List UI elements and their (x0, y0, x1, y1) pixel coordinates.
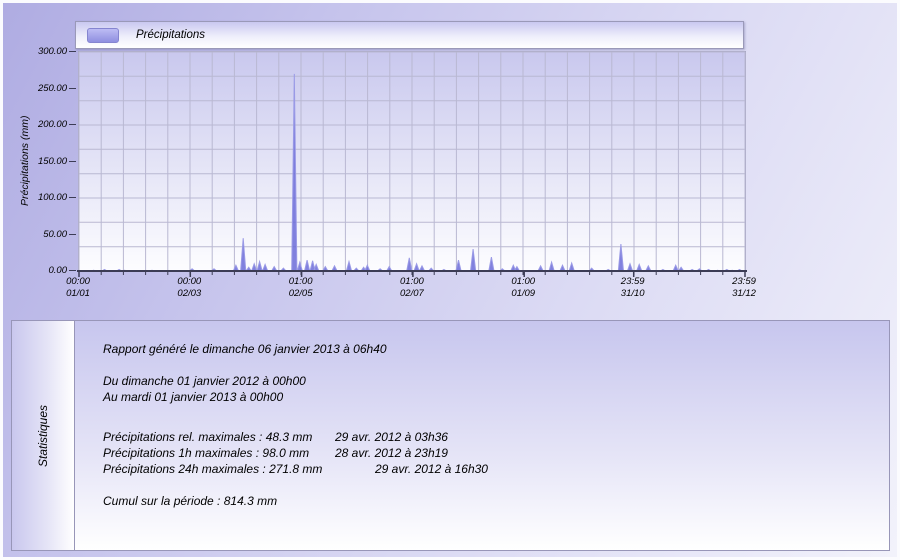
stats-sidebar: Statistiques (12, 321, 75, 550)
y-axis-tick-label: 150.00 (21, 156, 67, 167)
precipitation-series-swatch-icon (87, 28, 119, 43)
stat-label: Précipitations 24h maximales : 271.8 mm (103, 461, 375, 477)
stat-date: 29 avr. 2012 à 16h30 (375, 461, 488, 477)
stats-panel: Statistiques Rapport généré le dimanche … (11, 320, 890, 551)
y-axis-tick-mark (69, 197, 76, 198)
period-to-line: Au mardi 01 janvier 2013 à 00h00 (103, 389, 879, 405)
y-axis-tick-mark (69, 270, 76, 271)
y-axis-tick-mark (69, 51, 76, 52)
x-axis-tick-label: 01:0001/09 (493, 276, 553, 300)
x-axis-tick-label: 01:0002/07 (382, 276, 442, 300)
stat-date: 29 avr. 2012 à 03h36 (335, 429, 448, 445)
y-axis-tick-mark (69, 88, 76, 89)
x-axis-tick-label: 01:0002/05 (271, 276, 331, 300)
y-axis-tick-label: 0.00 (21, 265, 67, 276)
y-axis-tick-label: 100.00 (21, 192, 67, 203)
stat-row-24h-max: Précipitations 24h maximales : 271.8 mm … (103, 461, 879, 477)
legend-label: Précipitations (136, 29, 205, 41)
y-axis-tick-label: 250.00 (21, 83, 67, 94)
x-axis-tick-label: 23:5931/10 (603, 276, 663, 300)
y-axis-tick-label: 200.00 (21, 119, 67, 130)
stat-date: 28 avr. 2012 à 23h19 (335, 445, 448, 461)
y-axis-tick-label: 300.00 (21, 46, 67, 57)
report-page: Précipitations Précipitations (mm) 300.0… (0, 0, 900, 560)
report-generated-line: Rapport généré le dimanche 06 janvier 20… (103, 341, 879, 357)
x-axis-tick-label: 23:5931/12 (714, 276, 774, 300)
x-axis-tick-label: 00:0002/03 (159, 276, 219, 300)
stats-content: Rapport généré le dimanche 06 janvier 20… (75, 321, 889, 550)
stat-row-rel-max: Précipitations rel. maximales : 48.3 mm … (103, 429, 879, 445)
cumulative-line: Cumul sur la période : 814.3 mm (103, 493, 879, 509)
y-axis-tick-mark (69, 161, 76, 162)
chart-legend: Précipitations (75, 21, 744, 49)
stat-label: Précipitations rel. maximales : 48.3 mm (103, 429, 335, 445)
x-axis-tick-label: 00:0001/01 (48, 276, 108, 300)
plot-area (78, 51, 746, 272)
stat-label: Précipitations 1h maximales : 98.0 mm (103, 445, 335, 461)
y-axis-tick-mark (69, 124, 76, 125)
y-axis-tick-mark (69, 234, 76, 235)
stats-sidebar-label: Statistiques (36, 404, 50, 466)
precipitation-chart (79, 52, 745, 280)
stat-row-1h-max: Précipitations 1h maximales : 98.0 mm 28… (103, 445, 879, 461)
y-axis-tick-label: 50.00 (21, 229, 67, 240)
period-from-line: Du dimanche 01 janvier 2012 à 00h00 (103, 373, 879, 389)
